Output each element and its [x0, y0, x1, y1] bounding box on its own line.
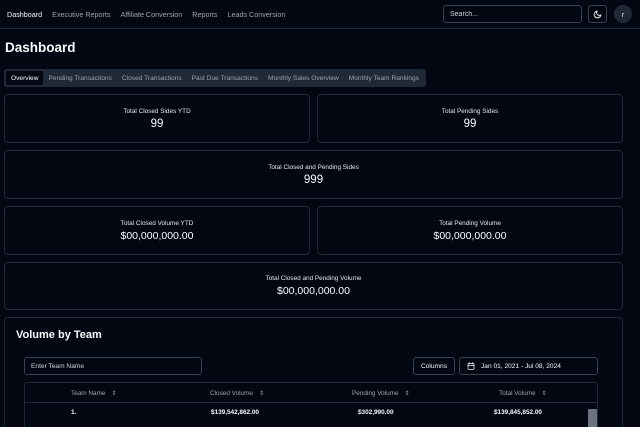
- date-range-label: Jan 01, 2021 - Jul 08, 2024: [481, 362, 561, 370]
- card-value: 99: [150, 117, 164, 130]
- nav-links: Dashboard Executive Reports Affiliate Co…: [0, 10, 295, 19]
- columns-button[interactable]: Columns: [413, 357, 455, 375]
- theme-toggle-button[interactable]: [588, 5, 607, 23]
- nav-leads-conversion[interactable]: Leads Conversion: [227, 10, 285, 19]
- scrollbar[interactable]: [588, 409, 597, 427]
- card-value: 99: [463, 117, 477, 130]
- moon-icon: [593, 10, 602, 18]
- page-title: Dashboard: [5, 40, 76, 55]
- card-label: Total Closed and Pending Sides: [268, 163, 359, 171]
- section-title: Volume by Team: [16, 329, 102, 341]
- card-label: Total Closed Volume YTD: [120, 219, 194, 227]
- card-label: Total Closed and Pending Volume: [265, 275, 362, 282]
- cell-closed-volume: $139,542,862.00: [211, 409, 259, 416]
- tab-monthly-team-rankings[interactable]: Monthly Team Rankings: [344, 71, 424, 85]
- tab-monthly-sales-overview[interactable]: Monthly Sales Overview: [263, 71, 344, 85]
- nav-dashboard[interactable]: Dashboard: [7, 10, 42, 19]
- card-pending-sides: Total Pending Sides 99: [317, 94, 623, 143]
- search-input[interactable]: [443, 5, 582, 23]
- column-header-total-volume[interactable]: Total Volume ⇕: [499, 383, 547, 403]
- header-label: Pending Volume: [352, 389, 399, 397]
- card-closed-volume: Total Closed Volume YTD $00,000,000.00: [4, 206, 310, 255]
- card-closed-pending-volume: Total Closed and Pending Volume $00,000,…: [4, 262, 623, 310]
- sort-icon: ⇕: [111, 390, 117, 397]
- nav-affiliate-conversion[interactable]: Affiliate Conversion: [121, 10, 183, 19]
- header-label: Team Name: [71, 389, 106, 397]
- card-value: $00,000,000.00: [120, 229, 194, 242]
- date-range-button[interactable]: Jan 01, 2021 - Jul 08, 2024: [459, 357, 598, 375]
- column-header-pending-volume[interactable]: Pending Volume ⇕: [352, 383, 410, 403]
- header-label: Total Volume: [499, 389, 536, 397]
- team-name-input[interactable]: [24, 357, 202, 375]
- card-pending-volume: Total Pending Volume $00,000,000.00: [317, 206, 623, 255]
- tab-closed-transactions[interactable]: Closed Transactions: [117, 71, 187, 85]
- card-value: $00,000,000.00: [433, 229, 507, 242]
- volume-table: Team Name ⇕ Closed Volume ⇕ Pending Volu…: [24, 382, 598, 427]
- header-label: Closed Volume: [210, 389, 253, 397]
- nav-executive-reports[interactable]: Executive Reports: [52, 10, 110, 19]
- card-value: 999: [303, 173, 324, 186]
- calendar-icon: [467, 362, 475, 370]
- sort-icon: ⇕: [404, 390, 410, 397]
- card-value: $00,000,000.00: [277, 285, 350, 297]
- card-label: Total Pending Volume: [439, 219, 501, 227]
- tab-past-due-transactions[interactable]: Past Due Transactions: [187, 71, 263, 85]
- cell-team: 1.: [71, 409, 77, 416]
- card-label: Total Closed Sides YTD: [123, 107, 191, 115]
- column-header-team-name[interactable]: Team Name ⇕: [71, 383, 116, 403]
- cell-pending-volume: $302,990.00: [358, 409, 394, 416]
- sort-icon: ⇕: [258, 390, 265, 397]
- cell-total-volume: $139,845,852.00: [494, 409, 542, 416]
- top-nav: Dashboard Executive Reports Affiliate Co…: [0, 0, 640, 29]
- card-label: Total Pending Sides: [441, 107, 499, 115]
- tab-pending-transactions[interactable]: Pending Transactions: [43, 71, 116, 85]
- nav-reports[interactable]: Reports: [192, 10, 217, 19]
- sort-icon: ⇕: [541, 390, 547, 397]
- table-header: Team Name ⇕ Closed Volume ⇕ Pending Volu…: [25, 383, 597, 403]
- tab-overview[interactable]: Overview: [6, 71, 44, 85]
- card-closed-sides: Total Closed Sides YTD 99: [4, 94, 310, 143]
- card-closed-pending-sides: Total Closed and Pending Sides 999: [4, 150, 623, 199]
- avatar[interactable]: r: [614, 5, 632, 23]
- tab-list: Overview Pending Transactions Closed Tra…: [4, 69, 426, 87]
- column-header-closed-volume[interactable]: Closed Volume ⇕: [210, 383, 264, 403]
- volume-by-team-panel: Volume by Team Columns Jan 01, 2021 - Ju…: [4, 317, 623, 427]
